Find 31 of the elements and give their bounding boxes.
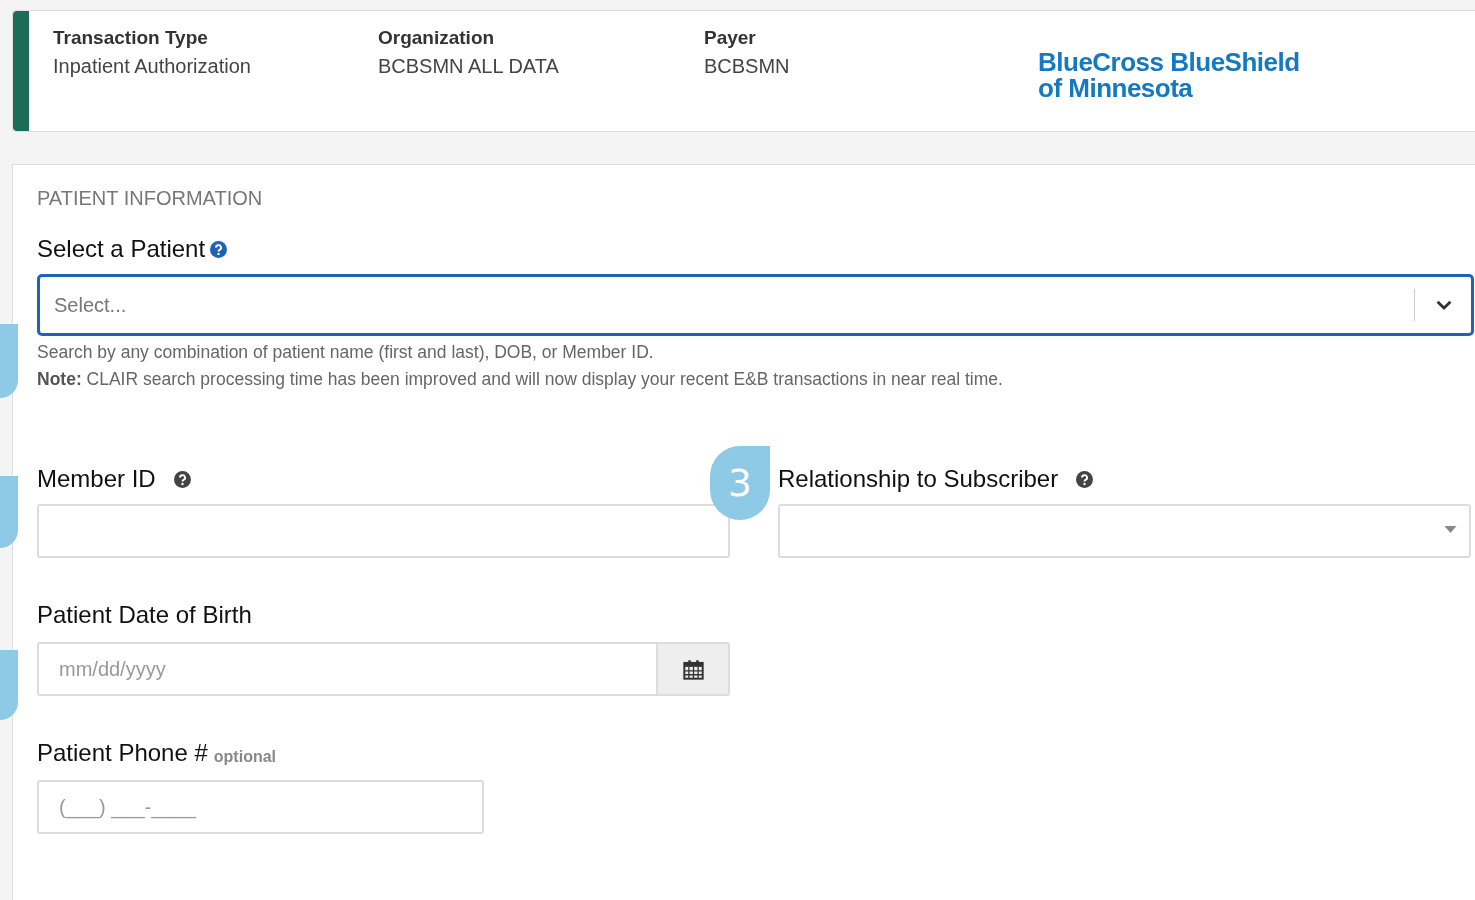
help-icon[interactable] xyxy=(173,470,191,488)
header-value: BCBSMN xyxy=(704,55,791,78)
header-label: Organization xyxy=(378,27,496,49)
field-label: Select a Patient xyxy=(37,235,206,263)
optional-tag: optional xyxy=(213,748,277,766)
member-id-field[interactable] xyxy=(37,504,730,558)
field-label: Patient Phone # xyxy=(37,739,208,767)
help-icon[interactable] xyxy=(210,240,228,258)
help-text: Note: CLAIR search processing time has been improved and will now display your recent E&B transactions in near real time. xyxy=(37,369,1004,390)
caret-icon xyxy=(1444,526,1457,533)
header-value: BCBSMN ALL DATA xyxy=(378,55,560,78)
callout-marker: 3 xyxy=(710,446,770,520)
section-title: PATIENT INFORMATION xyxy=(37,187,264,210)
logo-text: BlueCross BlueShield xyxy=(1038,49,1300,75)
help-text: Search by any combination of patient name (first and last), DOB, or Member ID. xyxy=(37,342,655,363)
help-icon[interactable] xyxy=(1076,470,1094,488)
calendar-icon xyxy=(682,658,704,680)
header-label: Transaction Type xyxy=(53,27,209,49)
field-label: Patient Date of Birth xyxy=(37,601,252,629)
date-field[interactable]: mm/dd/yyyy xyxy=(37,642,656,696)
phone-field[interactable]: (___) ___-____ xyxy=(37,780,484,834)
logo-text: of Minnesota xyxy=(1038,75,1194,101)
callout-marker xyxy=(0,650,18,720)
chevron-down-icon[interactable] xyxy=(1435,298,1453,312)
calendar-button[interactable] xyxy=(656,642,730,696)
field-label: Member ID xyxy=(37,465,156,493)
patient-select[interactable]: Select... xyxy=(37,274,1474,336)
header-value: Inpatient Authorization xyxy=(53,55,252,78)
callout-marker xyxy=(0,476,18,548)
header-label: Payer xyxy=(704,27,757,49)
field-label: Relationship to Subscriber xyxy=(778,465,1059,493)
